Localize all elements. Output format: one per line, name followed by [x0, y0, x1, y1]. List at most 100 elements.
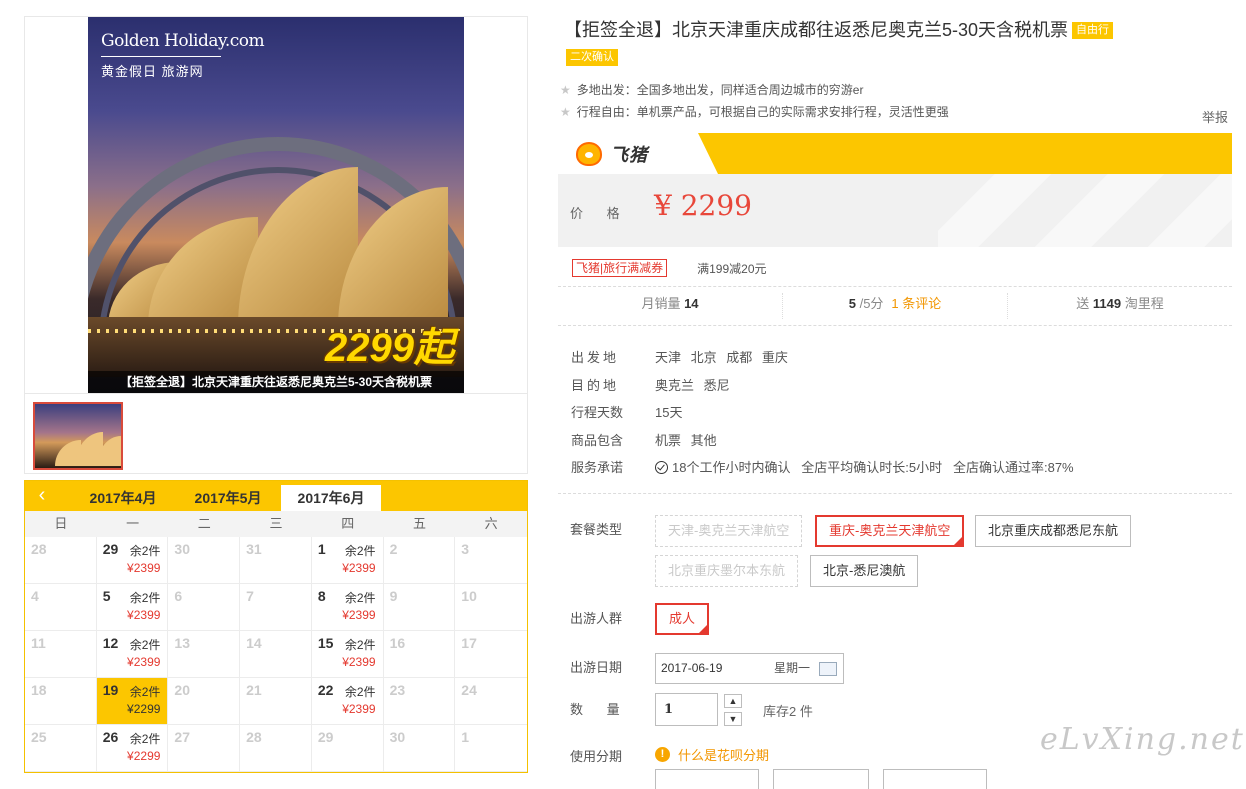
fliggy-logo: 飞猪: [576, 141, 648, 167]
day-price: ¥2399: [127, 608, 161, 622]
thumbnail-selected[interactable]: [33, 402, 123, 470]
increase-arrow-icon[interactable]: ▲: [724, 694, 742, 708]
day-number: 2: [389, 541, 398, 557]
calendar-day: 18: [25, 678, 97, 725]
tag-self-travel: 自由行: [1072, 22, 1114, 39]
thumbnail-strip: [24, 394, 528, 474]
crowd-option-selected[interactable]: 成人: [655, 603, 710, 635]
installment-label: 使用分期: [570, 749, 623, 764]
day-price: ¥2399: [127, 655, 161, 669]
calendar-day-selected[interactable]: 19 余2件 ¥2299: [96, 678, 169, 725]
calendar-day[interactable]: 15 余2件 ¥2399: [311, 631, 384, 678]
weekday-label: 二: [197, 516, 211, 531]
installment-option[interactable]: [773, 769, 869, 789]
day-stock: 余2件: [344, 685, 376, 699]
day-number: 15: [317, 635, 334, 651]
calendar-day: 4: [25, 584, 97, 631]
day-number: 10: [461, 588, 477, 604]
day-number: 30: [174, 541, 190, 557]
weekday-label: 五: [412, 516, 426, 531]
package-option[interactable]: 北京-悉尼澳航: [810, 555, 919, 587]
package-option-selected[interactable]: 重庆-奥克兰天津航空: [815, 515, 965, 547]
tab-month-jun[interactable]: 2017年6月: [281, 485, 381, 511]
golden-holiday-logo-cn: 黄金假日 旅游网: [101, 64, 204, 79]
calendar-day[interactable]: 1 余2件 ¥2399: [311, 537, 384, 584]
report-link[interactable]: 举报: [1202, 107, 1228, 126]
calendar-day: 23: [383, 678, 456, 725]
golden-holiday-logo: Golden Holiday.com: [101, 31, 265, 51]
chevron-left-icon[interactable]: ‹: [25, 481, 59, 511]
decrease-arrow-icon[interactable]: ▼: [724, 712, 742, 726]
calendar-day[interactable]: 12 余2件 ¥2399: [96, 631, 169, 678]
calendar-day[interactable]: 26 余2件 ¥2299: [96, 725, 169, 772]
tab-month-apr[interactable]: 2017年4月: [71, 485, 175, 511]
gallery: Golden Holiday.com 黄金假日 旅游网 2299起 【拒签全退】…: [24, 16, 528, 474]
day-number: 31: [246, 541, 262, 557]
tab-month-may[interactable]: 2017年5月: [176, 485, 280, 511]
day-number: 25: [31, 729, 47, 745]
calendar-icon[interactable]: [819, 662, 837, 676]
travel-date-input[interactable]: 2017-06-19 星期一: [655, 653, 844, 684]
day-stock: 余2件: [129, 732, 161, 746]
calendar-day: 1: [455, 725, 527, 772]
calendar-day[interactable]: 29 余2件 ¥2399: [96, 537, 169, 584]
day-number: 19: [102, 682, 119, 698]
day-number: 8: [317, 588, 326, 604]
day-stock: 余2件: [344, 638, 376, 652]
product-details: 出发地 天津 北京 成都 重庆 目的地 奥克兰 悉尼 行程天数 15天 商品包含 机票 …: [571, 343, 1074, 481]
product-title-text: 【拒签全退】北京天津重庆成都往返悉尼奥克兰5-30天含税机票: [564, 20, 1069, 40]
calendar-day[interactable]: 5 余2件 ¥2399: [96, 584, 169, 631]
day-number: 1: [317, 541, 326, 557]
package-option[interactable]: 北京重庆墨尔本东航: [655, 555, 799, 587]
calendar-day: 10: [455, 584, 527, 631]
day-number: 18: [31, 682, 47, 698]
fliggy-pig-icon: [576, 142, 602, 166]
day-number: 12: [102, 635, 119, 651]
day-price: ¥2399: [342, 561, 376, 575]
price-panel: 飞猪 价 格 ¥ 2299: [558, 133, 1232, 247]
calendar-day: 28: [25, 537, 97, 584]
calendar-day[interactable]: 22 余2件 ¥2399: [311, 678, 384, 725]
day-number: 29: [102, 541, 119, 557]
qty-label: 数 量: [570, 702, 630, 717]
installment-option[interactable]: [655, 769, 759, 789]
package-option[interactable]: 天津-奥克兰天津航空: [655, 515, 803, 547]
day-number: 14: [246, 635, 262, 651]
weekday-label: 六: [484, 516, 498, 531]
calendar-day: 20: [168, 678, 241, 725]
calendar-day[interactable]: 8 余2件 ¥2399: [311, 584, 384, 631]
day-number: 11: [31, 635, 46, 651]
weekday-label: 三: [269, 516, 283, 531]
image-price-badge: 2299起: [325, 326, 454, 370]
day-stock: 余2件: [129, 591, 161, 605]
calendar-day: 30: [383, 725, 456, 772]
day-price: ¥2399: [342, 702, 376, 716]
package-option[interactable]: 北京重庆成都悉尼东航: [975, 515, 1132, 547]
coupon-text: 满199减20元: [697, 261, 767, 276]
day-number: 21: [246, 682, 262, 698]
calendar-day: 25: [25, 725, 97, 772]
calendar-day: 14: [240, 631, 312, 678]
weekday-label: 一: [126, 516, 140, 531]
date-label: 出游日期: [570, 660, 623, 675]
calendar-day: 24: [455, 678, 527, 725]
day-price: ¥2399: [342, 655, 376, 669]
crowd-label: 出游人群: [570, 611, 623, 626]
day-number: 9: [389, 588, 398, 604]
day-stock: 余2件: [129, 685, 161, 699]
main-product-image[interactable]: Golden Holiday.com 黄金假日 旅游网 2299起 【拒签全退】…: [24, 16, 528, 394]
day-number: 27: [174, 729, 190, 745]
detail-row: 出发地 天津 北京 成都 重庆: [571, 350, 788, 366]
detail-row: 目的地 奥克兰 悉尼: [571, 377, 730, 393]
calendar-day: 28: [240, 725, 312, 772]
coupon-row[interactable]: 飞猪|旅行满减券 满199减20元: [572, 259, 767, 277]
quantity-input[interactable]: 1: [655, 693, 718, 726]
coupon-tag[interactable]: 飞猪|旅行满减券: [572, 259, 668, 277]
detail-row: 商品包含 机票 其他: [571, 432, 717, 448]
installment-help-link[interactable]: ! 什么是花呗分期: [655, 745, 769, 764]
product-title: 【拒签全退】北京天津重庆成都往返悉尼奥克兰5-30天含税机票 自由行: [564, 18, 1224, 42]
reviews-link[interactable]: 1 条评论: [891, 296, 941, 311]
day-price: ¥2399: [127, 561, 161, 575]
installment-option[interactable]: [883, 769, 987, 789]
day-stock: 余2件: [344, 544, 376, 558]
